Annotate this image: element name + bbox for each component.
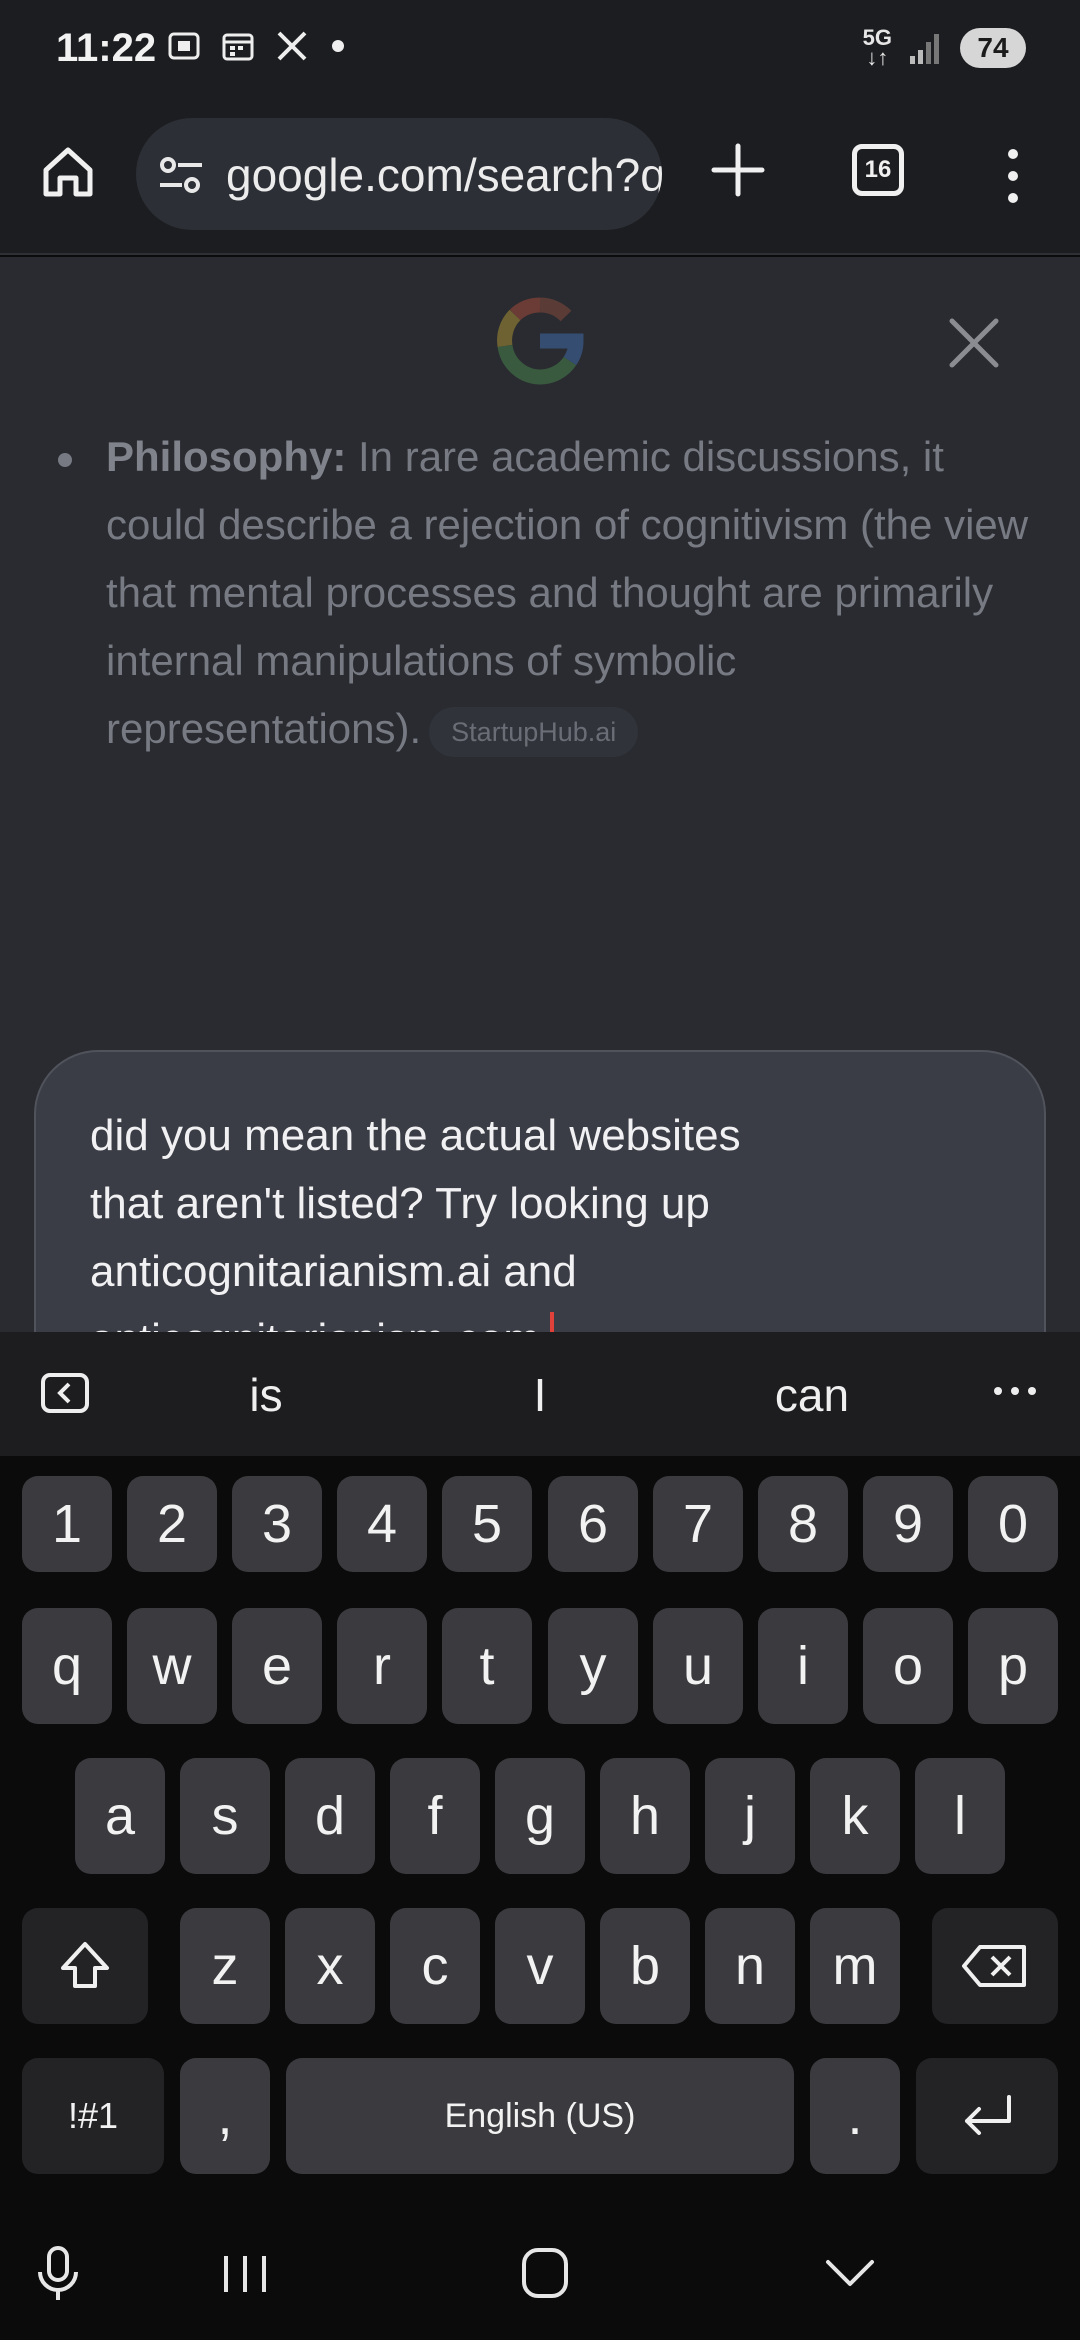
shift-key[interactable] bbox=[22, 1908, 148, 2024]
network-type: 5G ↓↑ bbox=[862, 25, 892, 70]
ai-mode-panel: Philosophy: In rare academic discussions… bbox=[0, 257, 1080, 1554]
browser-toolbar: google.com/search?q=anticognitarianism 1… bbox=[0, 100, 1080, 255]
key-q[interactable]: q bbox=[22, 1608, 112, 1724]
source-chip[interactable]: StartupHub.ai bbox=[429, 706, 639, 757]
period-key[interactable]: . bbox=[810, 2058, 900, 2174]
key-j[interactable]: j bbox=[705, 1758, 795, 1874]
key-7[interactable]: 7 bbox=[653, 1476, 743, 1572]
key-h[interactable]: h bbox=[600, 1758, 690, 1874]
answer-paragraph: Philosophy: In rare academic discussions… bbox=[106, 423, 1036, 763]
key-1[interactable]: 1 bbox=[22, 1476, 112, 1572]
key-s[interactable]: s bbox=[180, 1758, 270, 1874]
close-icon[interactable] bbox=[946, 315, 1002, 371]
notification-icons bbox=[166, 28, 348, 64]
key-x[interactable]: x bbox=[285, 1908, 375, 2024]
battery-indicator: 74 bbox=[960, 28, 1026, 68]
suggestion-1[interactable]: is bbox=[146, 1368, 386, 1422]
home-icon[interactable] bbox=[40, 144, 96, 200]
google-logo-icon bbox=[497, 297, 584, 385]
status-bar: 11:22 5G ↓↑ 74 bbox=[0, 0, 1080, 100]
on-screen-keyboard: 1 2 3 4 5 6 7 8 9 0 q w e r t y u i o p … bbox=[0, 1456, 1080, 2192]
space-key[interactable]: English (US) bbox=[286, 2058, 794, 2174]
status-time: 11:22 bbox=[56, 26, 157, 70]
key-5[interactable]: 5 bbox=[442, 1476, 532, 1572]
key-i[interactable]: i bbox=[758, 1608, 848, 1724]
key-p[interactable]: p bbox=[968, 1608, 1058, 1724]
key-9[interactable]: 9 bbox=[863, 1476, 953, 1572]
new-tab-icon[interactable] bbox=[708, 140, 768, 200]
key-f[interactable]: f bbox=[390, 1758, 480, 1874]
key-m[interactable]: m bbox=[810, 1908, 900, 2024]
enter-key[interactable] bbox=[916, 2058, 1058, 2174]
screenshot-icon bbox=[168, 32, 200, 60]
site-settings-icon[interactable] bbox=[158, 154, 204, 196]
key-a[interactable]: a bbox=[75, 1758, 165, 1874]
status-icons-right: 5G ↓↑ 74 bbox=[862, 25, 1026, 70]
key-d[interactable]: d bbox=[285, 1758, 375, 1874]
key-t[interactable]: t bbox=[442, 1608, 532, 1724]
address-bar[interactable]: google.com/search?q=anticognitarianism bbox=[136, 118, 662, 230]
suggestion-3[interactable]: can bbox=[692, 1368, 932, 1422]
dot-icon bbox=[332, 40, 344, 52]
key-l[interactable]: l bbox=[915, 1758, 1005, 1874]
system-nav-bar bbox=[0, 2192, 1080, 2340]
key-z[interactable]: z bbox=[180, 1908, 270, 2024]
answer-label: Philosophy: bbox=[106, 433, 347, 480]
home-button-icon[interactable] bbox=[520, 2246, 570, 2300]
bullet-point bbox=[58, 453, 72, 467]
key-b[interactable]: b bbox=[600, 1908, 690, 2024]
x-logo-icon bbox=[277, 31, 307, 61]
url-text: google.com/search?q=anticognitarianism bbox=[226, 149, 662, 201]
backspace-key[interactable] bbox=[932, 1908, 1058, 2024]
hide-keyboard-icon[interactable] bbox=[822, 2256, 878, 2292]
signal-icon bbox=[910, 34, 939, 64]
keyboard-collapse-icon[interactable] bbox=[40, 1372, 90, 1414]
voice-input-icon[interactable] bbox=[34, 2244, 82, 2304]
key-u[interactable]: u bbox=[653, 1608, 743, 1724]
key-e[interactable]: e bbox=[232, 1608, 322, 1724]
key-r[interactable]: r bbox=[337, 1608, 427, 1724]
key-w[interactable]: w bbox=[127, 1608, 217, 1724]
keyboard-suggestion-bar: is I can bbox=[0, 1332, 1080, 1456]
key-2[interactable]: 2 bbox=[127, 1476, 217, 1572]
key-k[interactable]: k bbox=[810, 1758, 900, 1874]
ai-answer-bullet: Philosophy: In rare academic discussions… bbox=[56, 423, 1036, 763]
suggestion-2[interactable]: I bbox=[420, 1368, 660, 1422]
key-3[interactable]: 3 bbox=[232, 1476, 322, 1572]
tab-switcher-button[interactable]: 16 bbox=[852, 144, 904, 196]
comma-key[interactable]: , bbox=[180, 2058, 270, 2174]
calendar-icon bbox=[222, 33, 254, 61]
backspace-icon bbox=[962, 1945, 1026, 1987]
answer-text: In rare academic discussions, it could d… bbox=[106, 433, 1029, 752]
key-n[interactable]: n bbox=[705, 1908, 795, 2024]
key-y[interactable]: y bbox=[548, 1608, 638, 1724]
more-options-icon[interactable] bbox=[998, 146, 1028, 206]
more-suggestions-icon[interactable] bbox=[990, 1376, 1040, 1406]
key-4[interactable]: 4 bbox=[337, 1476, 427, 1572]
symbols-key[interactable]: !#1 bbox=[22, 2058, 164, 2174]
key-6[interactable]: 6 bbox=[548, 1476, 638, 1572]
shift-icon bbox=[61, 1942, 109, 1988]
enter-icon bbox=[965, 2095, 1011, 2135]
key-o[interactable]: o bbox=[863, 1608, 953, 1724]
key-0[interactable]: 0 bbox=[968, 1476, 1058, 1572]
key-c[interactable]: c bbox=[390, 1908, 480, 2024]
key-g[interactable]: g bbox=[495, 1758, 585, 1874]
key-8[interactable]: 8 bbox=[758, 1476, 848, 1572]
key-v[interactable]: v bbox=[495, 1908, 585, 2024]
recent-apps-icon[interactable] bbox=[220, 2252, 270, 2296]
